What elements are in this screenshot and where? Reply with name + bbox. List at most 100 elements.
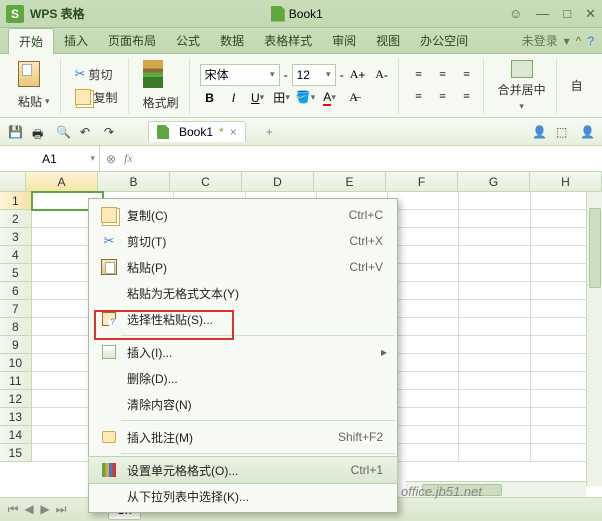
- select-all-corner[interactable]: [0, 172, 26, 191]
- col-header-D[interactable]: D: [242, 172, 314, 191]
- row-header-1[interactable]: 1: [0, 192, 32, 210]
- cell-G5[interactable]: [459, 264, 530, 282]
- tab-pagelayout[interactable]: 页面布局: [98, 28, 166, 53]
- cell-F8[interactable]: [388, 318, 459, 336]
- menu-item[interactable]: 清除内容(N): [89, 391, 397, 417]
- vertical-scrollbar[interactable]: [586, 192, 602, 486]
- font-size-select[interactable]: 12▾: [292, 64, 336, 86]
- undo-icon[interactable]: ↶: [80, 125, 94, 139]
- horizontal-scrollbar[interactable]: [406, 481, 586, 497]
- save-icon[interactable]: 💾: [8, 125, 22, 139]
- tab-view[interactable]: 视图: [366, 28, 410, 53]
- format-painter-button[interactable]: [139, 58, 183, 90]
- tab-home[interactable]: 开始: [8, 28, 54, 54]
- cell-G8[interactable]: [459, 318, 530, 336]
- cell-G13[interactable]: [459, 408, 530, 426]
- tab-tablestyle[interactable]: 表格样式: [254, 28, 322, 53]
- help-icon[interactable]: ?: [587, 34, 594, 48]
- maximize-button[interactable]: □: [563, 6, 571, 22]
- align-mid-button[interactable]: ≡: [433, 65, 453, 85]
- cell-G4[interactable]: [459, 246, 530, 264]
- cell-F12[interactable]: [388, 390, 459, 408]
- col-header-F[interactable]: F: [386, 172, 458, 191]
- tab-office[interactable]: 办公空间: [410, 28, 478, 53]
- row-header-14[interactable]: 14: [0, 426, 32, 444]
- merge-button[interactable]: 合并居中▾: [494, 58, 550, 114]
- close-tab-icon[interactable]: ×: [230, 125, 237, 139]
- cell-F5[interactable]: [388, 264, 459, 282]
- cell-G9[interactable]: [459, 336, 530, 354]
- row-header-13[interactable]: 13: [0, 408, 32, 426]
- auto-button[interactable]: 自: [567, 75, 587, 96]
- cell-F3[interactable]: [388, 228, 459, 246]
- cell-G11[interactable]: [459, 372, 530, 390]
- cell-G6[interactable]: [459, 282, 530, 300]
- col-header-G[interactable]: G: [458, 172, 530, 191]
- menu-item[interactable]: 删除(D)...: [89, 365, 397, 391]
- row-header-5[interactable]: 5: [0, 264, 32, 282]
- cell-F1[interactable]: [388, 192, 459, 210]
- row-header-15[interactable]: 15: [0, 444, 32, 462]
- cell-G1[interactable]: [459, 192, 530, 210]
- close-button[interactable]: ✕: [585, 6, 596, 22]
- menu-item[interactable]: 插入(I)...▸: [89, 339, 397, 365]
- copy-button[interactable]: 复制: [71, 87, 122, 108]
- row-header-10[interactable]: 10: [0, 354, 32, 372]
- cell-F14[interactable]: [388, 426, 459, 444]
- name-box[interactable]: A1: [0, 146, 100, 171]
- cell-F2[interactable]: [388, 210, 459, 228]
- fx-icon[interactable]: fx: [124, 151, 133, 166]
- menu-item[interactable]: 粘贴为无格式文本(Y): [89, 280, 397, 306]
- col-header-H[interactable]: H: [530, 172, 602, 191]
- menu-item[interactable]: 插入批注(M)Shift+F2: [89, 424, 397, 450]
- row-header-8[interactable]: 8: [0, 318, 32, 336]
- cell-G14[interactable]: [459, 426, 530, 444]
- paste-button[interactable]: [14, 59, 54, 89]
- cell-F7[interactable]: [388, 300, 459, 318]
- preview-icon[interactable]: 🔍: [56, 125, 70, 139]
- bold-button[interactable]: B: [200, 88, 220, 108]
- cell-G2[interactable]: [459, 210, 530, 228]
- row-header-7[interactable]: 7: [0, 300, 32, 318]
- sheet-first-button[interactable]: ⏮: [6, 502, 20, 517]
- col-header-B[interactable]: B: [98, 172, 170, 191]
- feedback-icon[interactable]: ☺: [509, 6, 522, 22]
- align-center-button[interactable]: ≡: [433, 87, 453, 107]
- font-name-select[interactable]: 宋体▾: [200, 64, 280, 86]
- align-left-button[interactable]: ≡: [409, 87, 429, 107]
- row-header-3[interactable]: 3: [0, 228, 32, 246]
- clear-format-button[interactable]: A̶: [344, 88, 364, 108]
- cell-G15[interactable]: [459, 444, 530, 462]
- align-bot-button[interactable]: ≡: [457, 65, 477, 85]
- cell-G3[interactable]: [459, 228, 530, 246]
- ribbon-min-icon[interactable]: ^: [576, 34, 582, 48]
- underline-button[interactable]: U▾: [248, 88, 268, 108]
- document-tab[interactable]: Book1 * ×: [148, 121, 246, 142]
- decrease-font-button[interactable]: A-: [372, 65, 392, 85]
- add-tab-button[interactable]: +: [260, 123, 279, 141]
- cell-F15[interactable]: [388, 444, 459, 462]
- qat-icon-3[interactable]: 👤: [580, 125, 594, 139]
- qat-icon-1[interactable]: 👤: [532, 125, 546, 139]
- align-right-button[interactable]: ≡: [457, 87, 477, 107]
- cut-button[interactable]: ✂剪切: [71, 64, 122, 85]
- login-status[interactable]: 未登录: [522, 32, 558, 49]
- tab-review[interactable]: 审阅: [322, 28, 366, 53]
- row-header-12[interactable]: 12: [0, 390, 32, 408]
- tab-insert[interactable]: 插入: [54, 28, 98, 53]
- row-header-11[interactable]: 11: [0, 372, 32, 390]
- cell-F4[interactable]: [388, 246, 459, 264]
- qat-icon-2[interactable]: ⬚: [556, 125, 570, 139]
- cell-F13[interactable]: [388, 408, 459, 426]
- row-header-4[interactable]: 4: [0, 246, 32, 264]
- border-button[interactable]: 田▾: [272, 88, 292, 108]
- sheet-last-button[interactable]: ⏭: [54, 502, 68, 517]
- col-header-C[interactable]: C: [170, 172, 242, 191]
- cell-F10[interactable]: [388, 354, 459, 372]
- increase-font-button[interactable]: A+: [348, 65, 368, 85]
- cell-F6[interactable]: [388, 282, 459, 300]
- cell-G10[interactable]: [459, 354, 530, 372]
- row-header-2[interactable]: 2: [0, 210, 32, 228]
- menu-item[interactable]: 设置单元格格式(O)...Ctrl+1: [89, 457, 397, 483]
- paste-label[interactable]: 粘贴▾: [14, 91, 54, 112]
